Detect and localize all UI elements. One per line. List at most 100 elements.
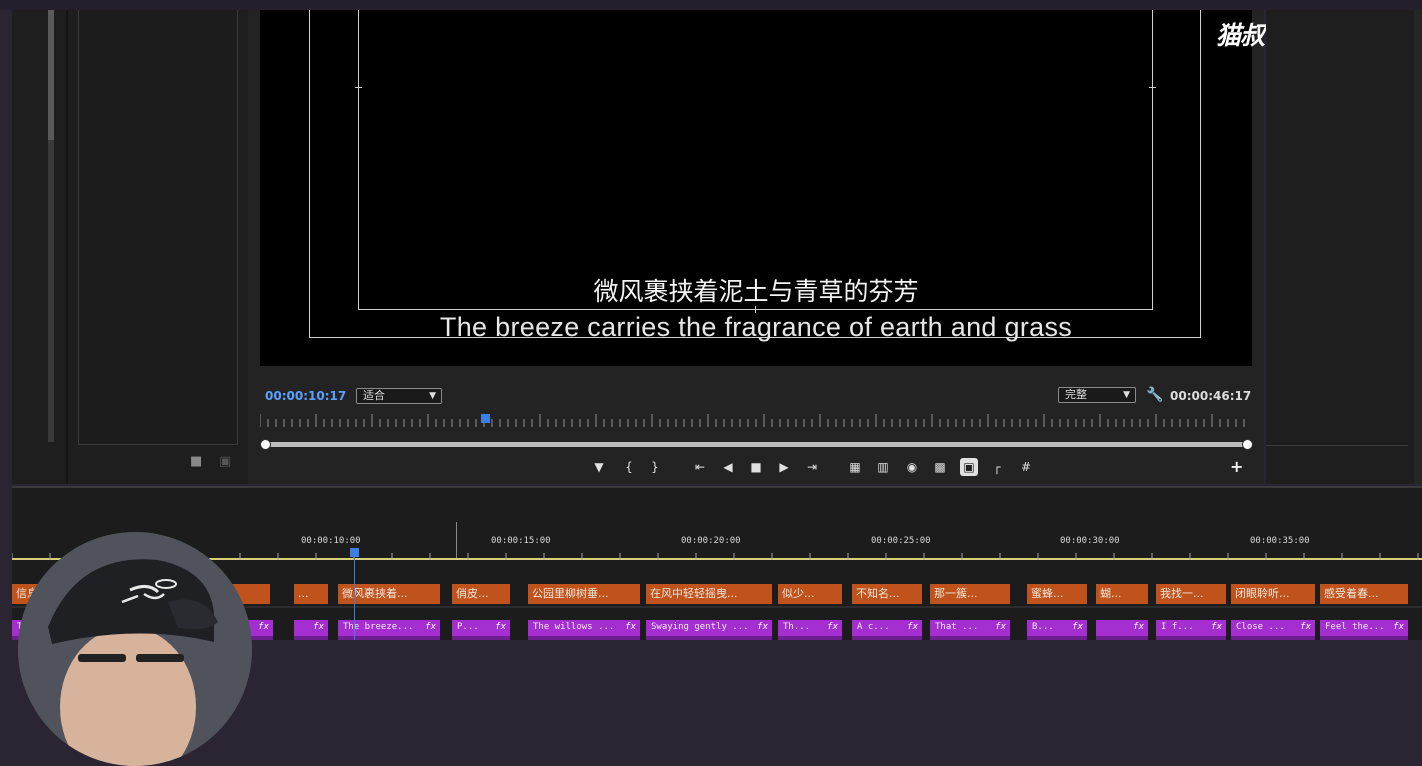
caption-clip-en[interactable]: B... fx <box>1027 620 1087 640</box>
subtitle-english: The breeze carries the fragrance of eart… <box>439 312 1073 342</box>
bin-area[interactable] <box>78 10 238 445</box>
caption-clip-en[interactable]: Swaying gently ... fx <box>646 620 772 640</box>
monitor-time-ruler[interactable] <box>260 412 1248 428</box>
fx-badge-icon: fx <box>1072 622 1083 632</box>
project-panel: ■ ▣ <box>12 10 248 484</box>
timeline-ruler-label: 00:00:15:00 <box>491 536 551 546</box>
fx-badge-icon: fx <box>1393 622 1404 632</box>
caption-clip-cn[interactable]: 闭眼聆听... <box>1231 584 1315 604</box>
fit-zoom-label: 适合 <box>363 389 385 402</box>
go-to-out-icon[interactable]: ⇥ <box>803 458 821 476</box>
lift-icon[interactable]: ▦ <box>846 458 864 476</box>
safe-margins-icon[interactable]: ┌ <box>988 458 1006 476</box>
toggle-proxies-icon[interactable]: ▣ <box>960 458 978 476</box>
comparison-view-icon[interactable]: ▩ <box>931 458 949 476</box>
fx-badge-icon: fx <box>757 622 768 632</box>
caption-clip-en-label: That ... <box>935 622 979 632</box>
grid-icon[interactable]: # <box>1017 458 1035 476</box>
right-panel-divider <box>1266 445 1408 446</box>
caption-clip-cn[interactable]: ... <box>294 584 328 604</box>
fx-badge-icon: fx <box>258 622 269 632</box>
caption-clip-cn[interactable]: 俏皮... <box>452 584 510 604</box>
zoom-handle-left[interactable] <box>260 439 271 450</box>
fx-badge-icon: fx <box>1133 622 1144 632</box>
trash-icon[interactable]: ▣ <box>219 454 231 469</box>
caption-clip-en-label: Close ... <box>1236 622 1285 632</box>
caption-clip-en[interactable]: I f... fx <box>1156 620 1226 640</box>
fx-badge-icon: fx <box>425 622 436 632</box>
add-marker-icon[interactable]: ▼ <box>590 458 608 476</box>
timeline-ruler-label: 00:00:20:00 <box>681 536 741 546</box>
caption-clip-en[interactable]: That ... fx <box>930 620 1010 640</box>
step-back-icon[interactable]: ◀ <box>719 458 737 476</box>
fx-badge-icon: fx <box>1211 622 1222 632</box>
caption-clip-en-label: A c... <box>857 622 890 632</box>
caption-clip-en-label: Feel the... <box>1325 622 1385 632</box>
fx-badge-icon: fx <box>827 622 838 632</box>
fx-badge-icon: fx <box>907 622 918 632</box>
caption-clip-en[interactable]: Close ... fx <box>1231 620 1315 640</box>
caption-clip-en[interactable]: P... fx <box>452 620 510 640</box>
camera-export-frame-icon[interactable]: ◉ <box>903 458 921 476</box>
caption-clip-en-label: Th... <box>783 622 811 632</box>
right-panel-scrollbar[interactable] <box>1414 10 1422 484</box>
caption-clip-cn[interactable]: 在风中轻轻摇曳... <box>646 584 772 604</box>
fx-badge-icon: fx <box>1300 622 1311 632</box>
go-to-in-icon[interactable]: ⇤ <box>691 458 709 476</box>
panel-divider <box>66 10 68 484</box>
fx-badge-icon: fx <box>625 622 636 632</box>
wrench-settings-icon[interactable]: 🔧 <box>1146 387 1163 403</box>
timeline-ruler-label: 00:00:35:00 <box>1250 536 1310 546</box>
fx-badge-icon: fx <box>313 622 324 632</box>
playback-resolution-label: 完整 <box>1065 388 1087 401</box>
caption-clip-en-label: I f... <box>1161 622 1194 632</box>
project-scroll-thumb[interactable] <box>48 10 54 140</box>
zoom-handle-right[interactable] <box>1242 439 1253 450</box>
caption-clip-en[interactable]: fx <box>294 620 328 640</box>
safe-tick-left <box>355 87 362 88</box>
caption-clip-en[interactable]: Feel the... fx <box>1320 620 1408 640</box>
button-editor-plus-icon[interactable]: + <box>1230 457 1243 476</box>
caption-clip-en-label: P... <box>457 622 479 632</box>
stop-icon[interactable]: ■ <box>747 458 765 476</box>
caption-clip-cn[interactable]: 蜜蜂... <box>1027 584 1087 604</box>
extract-icon[interactable]: ▥ <box>874 458 892 476</box>
caption-clip-en[interactable]: A c... fx <box>852 620 922 640</box>
top-band <box>0 0 1422 10</box>
caption-clip-cn[interactable]: 我找一... <box>1156 584 1226 604</box>
caption-clip-en-label: The willows ... <box>533 622 615 632</box>
mark-in-icon[interactable]: { <box>620 458 638 476</box>
caption-clip-cn[interactable]: 蝴... <box>1096 584 1148 604</box>
current-timecode[interactable]: 00:00:10:17 <box>265 389 346 403</box>
caption-clip-cn[interactable]: 似少... <box>778 584 842 604</box>
subtitle-chinese: 微风裹挟着泥土与青草的芬芳 <box>593 277 919 306</box>
fx-badge-icon: fx <box>995 622 1006 632</box>
caption-clip-en[interactable]: Th... fx <box>778 620 842 640</box>
chevron-down-icon: ▼ <box>1123 390 1130 400</box>
caption-clip-en[interactable]: The willows ... fx <box>528 620 640 640</box>
mark-out-icon[interactable]: } <box>646 458 664 476</box>
caption-clip-en[interactable]: fx <box>1096 620 1148 640</box>
caption-clip-cn[interactable]: 公园里柳树垂... <box>528 584 640 604</box>
caption-clip-en-label: B... <box>1032 622 1054 632</box>
chevron-down-icon: ▼ <box>429 391 436 401</box>
timeline-time-ruler[interactable] <box>12 550 1422 562</box>
caption-clip-cn[interactable]: 那一簇... <box>930 584 1010 604</box>
monitor-playhead[interactable] <box>481 414 490 423</box>
caption-clip-en-label: Swaying gently ... <box>651 622 749 632</box>
caption-clip-cn[interactable]: 不知名... <box>852 584 922 604</box>
timeline-marker-line <box>456 522 457 558</box>
fit-zoom-select[interactable]: 适合 ▼ <box>356 388 442 404</box>
timeline-ruler-label: 00:00:30:00 <box>1060 536 1120 546</box>
new-bin-folder-icon[interactable]: ■ <box>190 454 202 469</box>
playback-resolution-select[interactable]: 完整 ▼ <box>1058 387 1136 403</box>
caption-clip-cn[interactable]: 感受着春... <box>1320 584 1408 604</box>
presenter-webcam-image <box>18 532 252 766</box>
timeline-ruler-label: 00:00:10:00 <box>301 536 361 546</box>
right-panel <box>1266 10 1422 484</box>
safe-tick-right <box>1149 87 1156 88</box>
step-forward-icon[interactable]: ▶ <box>775 458 793 476</box>
duration-timecode: 00:00:46:17 <box>1170 389 1252 403</box>
zoom-scroll-bar[interactable] <box>264 442 1248 447</box>
title-safe-guide <box>358 10 1153 310</box>
